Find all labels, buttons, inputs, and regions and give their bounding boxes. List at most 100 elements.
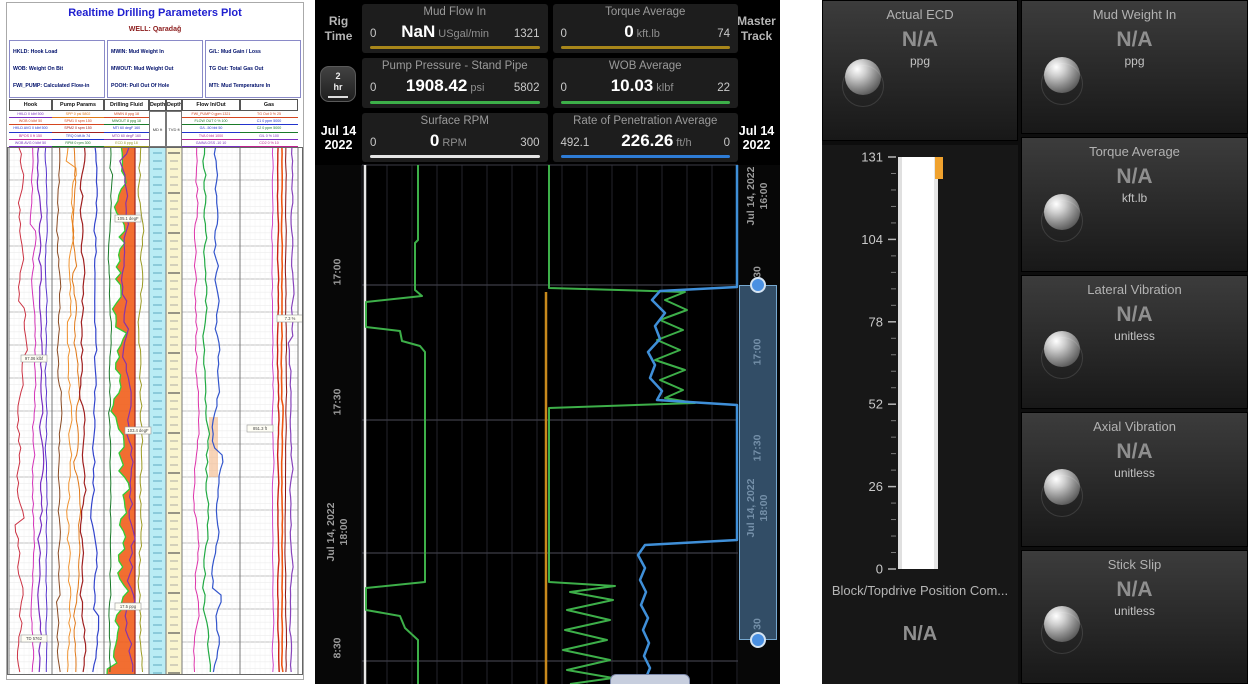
gauge-tile-1[interactable]: Torque Average00kft.lb74 (553, 4, 739, 53)
gauge-values: 010.03klbf22 (561, 76, 731, 96)
legend-row: MWOUT: Mud Weight Out (111, 66, 199, 72)
scale-row: G/L -50 bbl 50 (182, 125, 240, 132)
gauge-title: Surface RPM (362, 115, 548, 127)
gauge-values: 00kft.lb74 (561, 22, 731, 42)
horizontal-scroll-handle[interactable] (610, 674, 690, 684)
gauge-title: Pump Pressure - Stand Pipe (362, 60, 548, 72)
card-title: Axial Vibration (1022, 419, 1247, 434)
rig-time-label: Rig Time (315, 14, 362, 44)
gauge-min: 0 (370, 82, 376, 94)
gauge-title: WOB Average (553, 60, 739, 72)
readout-card-lateral-vibration[interactable]: Lateral VibrationN/Aunitless (1021, 275, 1248, 409)
gauge-unit: klbf (656, 82, 673, 94)
gauge-marker (935, 157, 943, 179)
card-title: Actual ECD (823, 7, 1017, 22)
plot-title: Realtime Drilling Parameters Plot (7, 7, 303, 19)
track-header-4: Depth (166, 99, 182, 111)
scale-row: C2 0 ppm 5000 (240, 125, 298, 132)
legend-row: HKLD: Hook Load (13, 49, 101, 55)
svg-text:78: 78 (869, 314, 883, 329)
right-axis-date: Jul 14 2022 (733, 124, 780, 153)
well-log-plot[interactable]: 105.1 degF97.06 klbf103.4 degF7.3 %851.3… (7, 147, 303, 675)
left-axis-date: Jul 14 2022 (315, 124, 362, 153)
card-value: N/A (1022, 28, 1247, 52)
master-time-label: Jul 14, 2022 16:00 (745, 167, 771, 226)
depth-header: MD ft (149, 111, 166, 147)
readout-card-actual-ecd[interactable]: Actual ECDN/Appg (822, 0, 1018, 141)
gauge-tile-0[interactable]: Mud Flow In0NaNUSgal/min1321 (362, 4, 548, 53)
status-sphere-icon (845, 59, 881, 95)
gauge-value: 0 (624, 22, 633, 41)
gauge-unit: RPM (442, 137, 466, 149)
gauge-value: NaN (401, 22, 435, 41)
gauge-value: 10.03 (611, 76, 654, 95)
scale-row: WOB 0 klbf 50 (9, 118, 52, 125)
drilling-dashboard: Realtime Drilling Parameters Plot WELL: … (0, 0, 1252, 684)
gauge-max: 0 (724, 137, 730, 149)
scale-row: MWOUT 8 ppg 18 (104, 118, 149, 125)
gauge-min: 492.1 (561, 137, 590, 149)
gauge-tile-3[interactable]: WOB Average010.03klbf22 (553, 58, 739, 107)
svg-text:7.3 %: 7.3 % (285, 316, 296, 321)
gauge-min: 0 (370, 137, 376, 149)
gauge-tile-5[interactable]: Rate of Penetration Average492.1226.26ft… (553, 113, 739, 162)
scale-row: FWI_PUMP 0 gpm 1321 (182, 111, 240, 118)
card-title: Mud Weight In (1022, 7, 1247, 22)
svg-text:103.4 degF: 103.4 degF (127, 428, 149, 433)
gauge-underline (370, 101, 540, 104)
readout-card-stick-slip[interactable]: Stick SlipN/Aunitless (1021, 550, 1248, 684)
well-name: WELL: Qaradağ (7, 26, 303, 33)
depth-header: TVD ft (166, 111, 182, 147)
card-title: Stick Slip (1022, 557, 1247, 572)
gauge-tile-2[interactable]: Pump Pressure - Stand Pipe01908.42psi580… (362, 58, 548, 107)
time-label: 17:00 (331, 259, 344, 286)
realtime-plot-panel: Realtime Drilling Parameters Plot WELL: … (6, 2, 304, 680)
block-position-gauge: 1311047852260 Block/Topdrive Position Co… (822, 145, 1018, 684)
scale-row: MTI 60 degF 160 (104, 125, 149, 132)
gauge-label: Block/Topdrive Position Com... (822, 583, 1018, 598)
gauge-value: N/A (822, 623, 1018, 646)
scale-row: G/L 0 % 100 (240, 133, 298, 140)
selection-handle-bottom[interactable] (750, 632, 766, 648)
gauge-unit: psi (470, 82, 484, 94)
gauge-values: 0NaNUSgal/min1321 (370, 22, 540, 42)
time-window-button[interactable]: 2 hr (320, 66, 356, 102)
gauge-values: 01908.42psi5802 (370, 76, 540, 96)
selection-handle-top[interactable] (750, 277, 766, 293)
gauge-max: 74 (717, 28, 730, 40)
gauge-current: 0kft.lb (624, 22, 660, 42)
scale-row: HKLD AVG 0 klbf 500 (9, 125, 52, 132)
scale-row: GAIN/LOSS -10 10 (182, 140, 240, 147)
scale-row: CO2 0 % 10 (240, 140, 298, 147)
gauge-tile-4[interactable]: Surface RPM00RPM300 (362, 113, 548, 162)
card-value: N/A (1022, 165, 1247, 189)
readout-card-mud-weight-in[interactable]: Mud Weight InN/Appg (1021, 0, 1248, 134)
gauge-underline (370, 46, 540, 49)
track-header-3: Depth (149, 99, 166, 111)
readout-card-axial-vibration[interactable]: Axial VibrationN/Aunitless (1021, 412, 1248, 546)
gauge-min: 0 (561, 28, 567, 40)
gauge-title: Torque Average (553, 6, 739, 18)
legend-box-gas: G/L: Mud Gain / Loss TG Out: Total Gas O… (205, 40, 301, 98)
track-scale-rows: HKLD 0 klbf 500WOB 0 klbf 50HKLD AVG 0 k… (7, 111, 303, 147)
gauge-current: NaNUSgal/min (401, 22, 489, 42)
scale-row: HKLD 0 klbf 500 (9, 111, 52, 118)
legend-row: FWI_PUMP: Calculated Flow-in (13, 83, 101, 89)
vertical-gauge: 1311047852260 (822, 145, 1018, 679)
readout-panel: Actual ECDN/Appg 1311047852260 Block/Top… (822, 0, 1248, 684)
master-selection[interactable] (739, 285, 777, 640)
scale-row: TG Out 0 % 25 (240, 111, 298, 118)
svg-text:52: 52 (869, 397, 883, 412)
gauge-unit: ft/h (676, 137, 691, 149)
status-sphere-icon (1044, 194, 1080, 230)
legend-row: G/L: Mud Gain / Loss (209, 49, 297, 55)
svg-text:97.06 klbf: 97.06 klbf (25, 356, 44, 361)
status-sphere-icon (1044, 606, 1080, 642)
time-window-value: 2 hr (334, 71, 343, 92)
gauge-value: 1908.42 (406, 76, 467, 95)
card-value: N/A (1022, 578, 1247, 602)
gauge-min: 0 (561, 82, 567, 94)
readout-card-torque-average[interactable]: Torque AverageN/Akft.lb (1021, 137, 1248, 271)
gauge-header-grid: Mud Flow In0NaNUSgal/min1321 Torque Avera… (362, 4, 738, 162)
scale-row: SPM2 0 spm 150 (52, 125, 104, 132)
